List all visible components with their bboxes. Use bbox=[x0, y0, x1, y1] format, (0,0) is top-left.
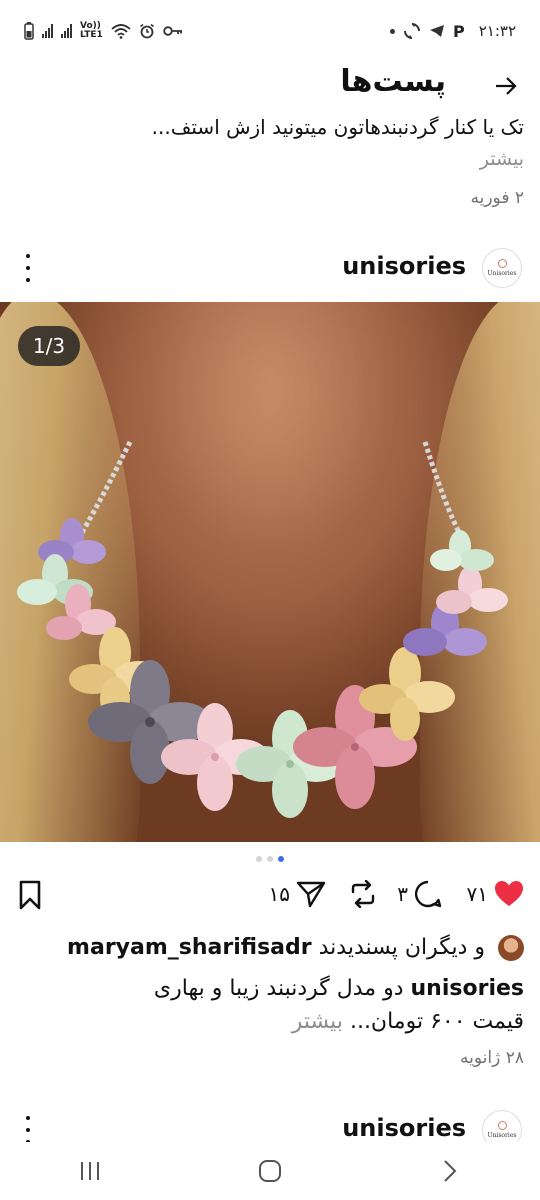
post-action-bar: ۷۱ ۳ ۱۵ bbox=[0, 872, 540, 924]
recents-button[interactable] bbox=[60, 1151, 120, 1191]
bookmark-icon bbox=[19, 880, 41, 910]
image-counter: 1/3 bbox=[18, 326, 80, 366]
caption-username[interactable]: unisories bbox=[411, 976, 524, 1001]
caption-more-link[interactable]: بیشتر bbox=[292, 1009, 343, 1034]
previous-post-more-link[interactable]: بیشتر bbox=[480, 148, 524, 170]
repost-icon bbox=[351, 880, 375, 908]
signal-icon bbox=[42, 24, 53, 38]
wifi-icon bbox=[111, 24, 131, 39]
comment-count: ۳ bbox=[397, 882, 408, 906]
clock: ۲۱:۳۲ bbox=[478, 22, 516, 40]
send-icon bbox=[296, 881, 326, 908]
battery-icon bbox=[24, 22, 34, 40]
chevron-right-icon bbox=[444, 1160, 457, 1182]
liked-by-line[interactable]: و دیگران پسندیدند maryam_sharifisadr bbox=[16, 932, 524, 964]
post-image[interactable]: 1/3 bbox=[0, 302, 540, 842]
repost-button[interactable] bbox=[348, 880, 378, 908]
sync-icon bbox=[403, 23, 420, 39]
post-username[interactable]: unisories bbox=[342, 252, 466, 280]
page-header: پست‌ها bbox=[0, 62, 540, 110]
alarm-icon bbox=[139, 23, 154, 39]
status-icons-left: Vo)) LTE1 bbox=[24, 22, 183, 40]
page-title: پست‌ها bbox=[340, 64, 446, 99]
kebab-dot-icon bbox=[26, 254, 30, 258]
carousel-dot-active bbox=[278, 856, 284, 862]
share-button[interactable]: ۱۵ bbox=[269, 880, 326, 908]
status-icons-right: P ۲۱:۳۲ bbox=[389, 21, 516, 41]
recents-icon bbox=[81, 1162, 99, 1180]
notification-dot-icon bbox=[389, 28, 395, 34]
liker-avatar bbox=[498, 935, 524, 961]
caption-line-1: دو مدل گردنبند زیبا و بهاری bbox=[153, 976, 404, 1001]
avatar[interactable]: Unisories bbox=[482, 248, 522, 288]
flower-mint-right bbox=[430, 530, 494, 571]
carousel-dot bbox=[256, 856, 262, 862]
network-label: Vo)) LTE1 bbox=[80, 21, 103, 40]
next-post-username[interactable]: unisories bbox=[342, 1114, 466, 1142]
home-icon bbox=[259, 1160, 281, 1182]
previous-post-date: ۲ فوریه bbox=[470, 188, 524, 208]
post-header: Unisories unisories bbox=[0, 242, 540, 294]
status-bar: Vo)) LTE1 P ۲۱:۳۲ bbox=[0, 0, 540, 62]
caption-line-2: قیمت ۶۰۰ تومان... bbox=[349, 1009, 524, 1034]
heart-filled-icon bbox=[495, 881, 523, 906]
comment-icon bbox=[414, 880, 442, 908]
previous-post-caption: تک یا کنار گردنبندهاتون میتونید ازش استف… bbox=[151, 115, 524, 139]
next-post-more-options-button[interactable] bbox=[18, 1116, 38, 1144]
signal-icon-2 bbox=[61, 24, 72, 38]
back-button[interactable] bbox=[494, 66, 518, 107]
like-count: ۷۱ bbox=[466, 882, 488, 906]
nav-back-button[interactable] bbox=[420, 1151, 480, 1191]
post-caption: unisories دو مدل گردنبند زیبا و بهاری قی… bbox=[16, 972, 524, 1038]
system-nav-bar bbox=[0, 1142, 540, 1200]
avatar-text: Unisories bbox=[487, 270, 517, 277]
p-app-icon: P bbox=[452, 21, 465, 41]
save-button[interactable] bbox=[18, 880, 42, 910]
key-icon bbox=[163, 26, 182, 36]
logo-mark-icon bbox=[497, 259, 507, 268]
share-count: ۱۵ bbox=[268, 882, 290, 906]
telegram-icon bbox=[429, 25, 444, 37]
home-button[interactable] bbox=[240, 1151, 300, 1191]
liked-by-suffix: و دیگران پسندیدند bbox=[318, 935, 485, 960]
comment-button[interactable]: ۳ bbox=[397, 880, 442, 908]
carousel-indicator bbox=[0, 856, 540, 862]
kebab-dot-icon bbox=[26, 1116, 30, 1120]
liked-by-user[interactable]: maryam_sharifisadr bbox=[67, 935, 312, 960]
necklace-illustration bbox=[17, 440, 508, 818]
more-options-button[interactable] bbox=[18, 254, 38, 282]
like-button[interactable]: ۷۱ bbox=[467, 880, 524, 908]
carousel-dot bbox=[267, 856, 273, 862]
flower-pink-right bbox=[436, 566, 508, 614]
next-avatar-text: Unisories bbox=[487, 1132, 517, 1139]
kebab-dot-icon bbox=[26, 278, 30, 282]
post-date: ۲۸ ژانویه bbox=[460, 1048, 524, 1068]
kebab-dot-icon bbox=[26, 266, 30, 270]
arrow-right-icon bbox=[496, 77, 517, 95]
logo-mark-icon bbox=[497, 1121, 507, 1130]
kebab-dot-icon bbox=[26, 1128, 30, 1132]
